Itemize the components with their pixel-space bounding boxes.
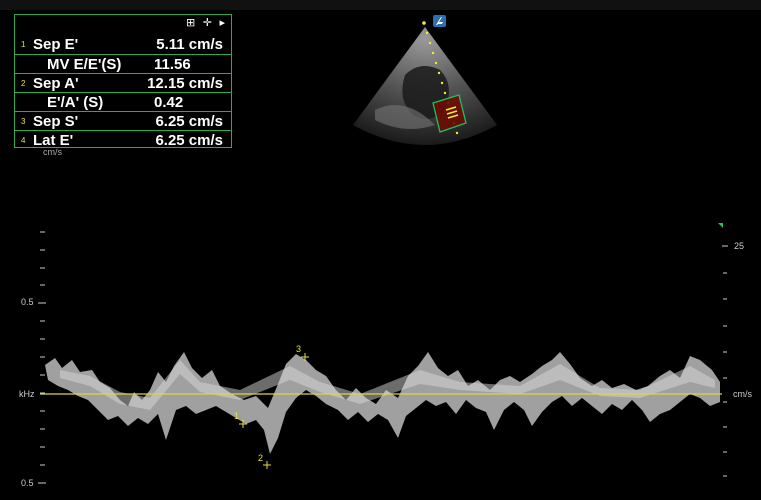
cursor-label-1[interactable]: 1 bbox=[234, 411, 239, 421]
cursor-label-3[interactable]: 3 bbox=[296, 344, 301, 354]
cursor-layer bbox=[239, 353, 309, 469]
cursor-label-2[interactable]: 2 bbox=[258, 453, 263, 463]
